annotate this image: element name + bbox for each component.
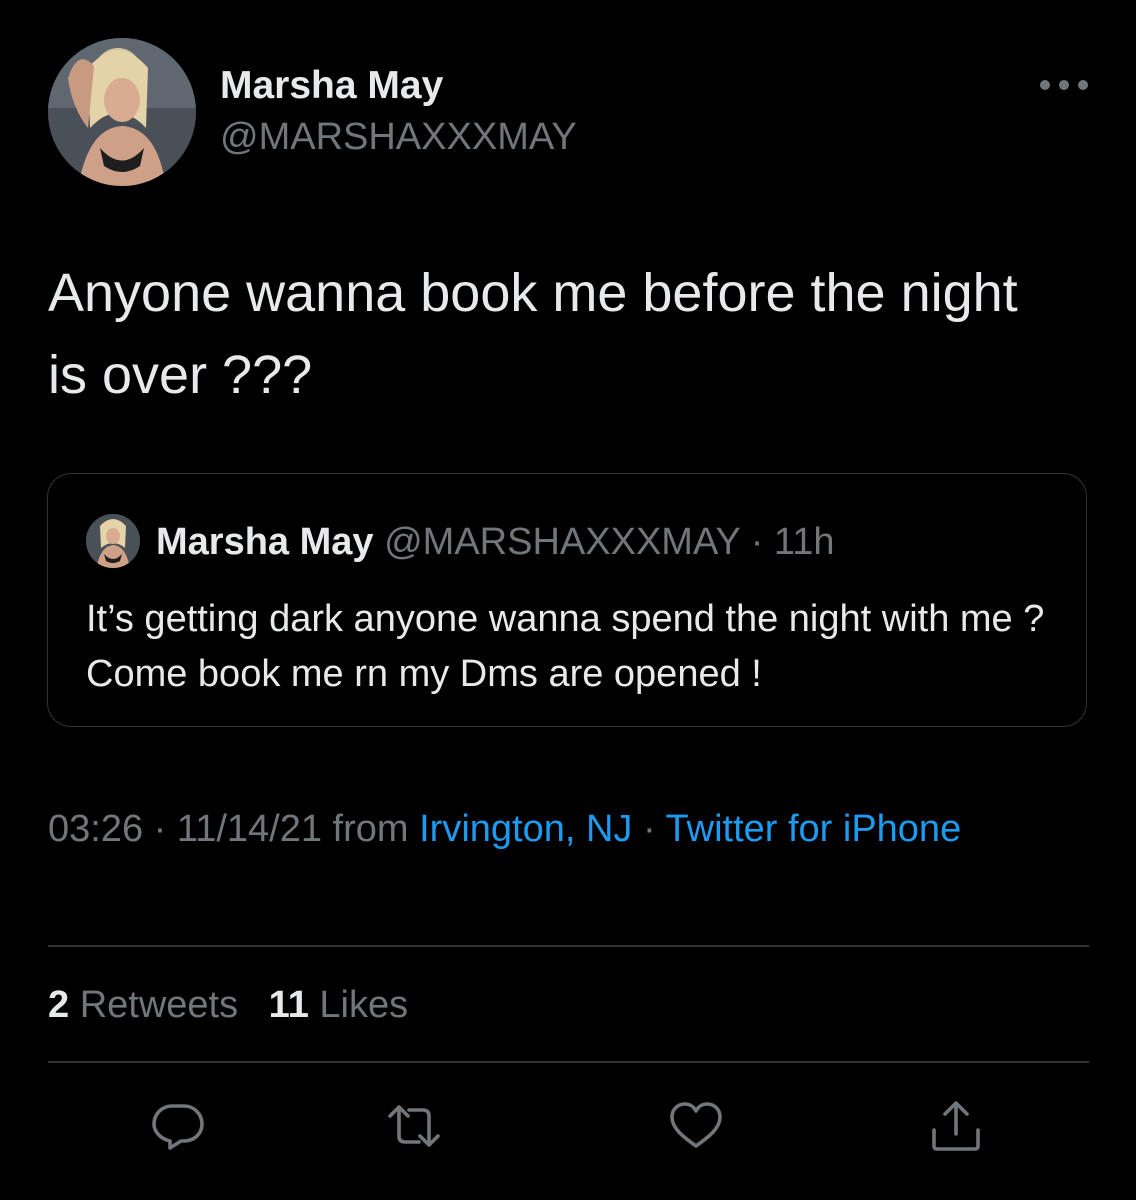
quoted-separator: · bbox=[750, 521, 764, 563]
author-avatar[interactable] bbox=[48, 38, 196, 186]
author-handle[interactable]: @MARSHAXXXMAY bbox=[220, 116, 577, 159]
likes-stat[interactable]: 11 Likes bbox=[269, 982, 408, 1028]
tweet-detail: Marsha May @MARSHAXXXMAY Anyone wanna bo… bbox=[0, 0, 1136, 1200]
more-dot bbox=[1059, 80, 1069, 90]
tweet-text: Anyone wanna book me before the night is… bbox=[48, 263, 1018, 405]
retweet-icon bbox=[388, 1105, 440, 1147]
reply-button[interactable] bbox=[150, 1098, 206, 1154]
retweet-button[interactable] bbox=[386, 1098, 442, 1154]
author-name[interactable]: Marsha May bbox=[220, 64, 443, 108]
action-bar bbox=[0, 1098, 1136, 1154]
meta-separator: · bbox=[143, 808, 177, 850]
quoted-tweet-card[interactable]: Marsha May @MARSHAXXXMAY · 11h It’s gett… bbox=[47, 473, 1087, 727]
likes-label: Likes bbox=[319, 984, 409, 1026]
more-horizontal-icon[interactable] bbox=[1040, 78, 1088, 92]
share-icon bbox=[932, 1101, 980, 1151]
quoted-tweet-text: It’s getting dark anyone wanna spend the… bbox=[86, 598, 1045, 695]
like-button[interactable] bbox=[668, 1098, 724, 1154]
retweets-stat[interactable]: 2 Retweets bbox=[48, 982, 238, 1028]
source-link[interactable]: Twitter for iPhone bbox=[666, 808, 962, 850]
tweet-meta: 03:26 · 11/14/21 from Irvington, NJ · Tw… bbox=[48, 800, 1008, 858]
quoted-author-name: Marsha May bbox=[156, 521, 374, 563]
location-link[interactable]: Irvington, NJ bbox=[419, 808, 632, 850]
more-dot bbox=[1040, 80, 1050, 90]
divider bbox=[48, 1061, 1089, 1063]
tweet-time[interactable]: 03:26 bbox=[48, 808, 143, 850]
retweets-count: 2 bbox=[48, 984, 70, 1026]
quoted-author-handle: @MARSHAXXXMAY bbox=[384, 521, 741, 563]
share-button[interactable] bbox=[928, 1098, 984, 1154]
divider bbox=[48, 945, 1089, 947]
engagement-stats: 2 Retweets 11 Likes bbox=[48, 982, 428, 1028]
heart-icon bbox=[670, 1102, 722, 1148]
quoted-tweet-header: Marsha May @MARSHAXXXMAY · 11h bbox=[156, 518, 835, 566]
likes-count: 11 bbox=[268, 984, 309, 1026]
more-dot bbox=[1078, 80, 1088, 90]
reply-icon bbox=[152, 1104, 204, 1150]
quoted-tweet-time: 11h bbox=[773, 521, 835, 563]
retweets-label: Retweets bbox=[79, 984, 239, 1026]
quoted-author-avatar bbox=[86, 514, 140, 568]
meta-separator: · bbox=[632, 808, 666, 850]
tweet-date[interactable]: 11/14/21 bbox=[177, 808, 322, 850]
meta-from: from bbox=[321, 808, 420, 850]
